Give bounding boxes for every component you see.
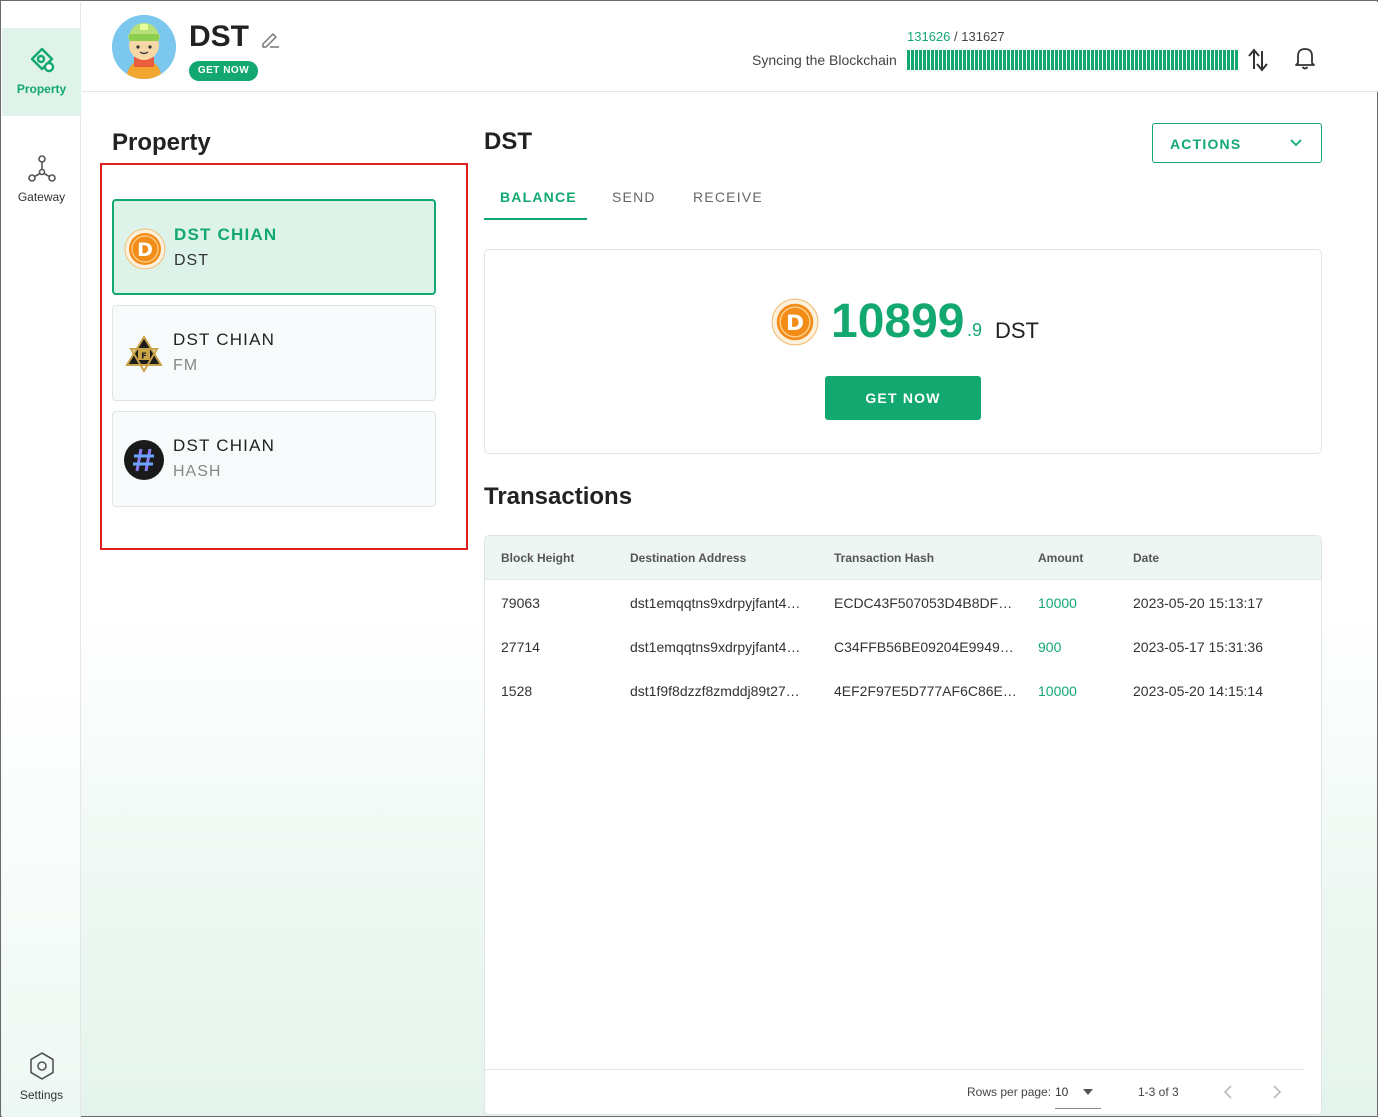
asset-name: DST CHIAN: [173, 436, 276, 455]
column-header[interactable]: Amount: [1038, 551, 1083, 565]
swap-icon[interactable]: [1246, 47, 1270, 73]
transactions-heading: Transactions: [484, 483, 633, 510]
sync-progress-bar: [907, 50, 1238, 70]
cell-destination-address: dst1emqqtns9xdrpyjfant4…: [630, 639, 801, 655]
sync-total-block: 131627: [961, 29, 1005, 44]
sidebar-item-property[interactable]: Property: [2, 28, 81, 116]
table-row[interactable]: 1528 dst1f9f8dzzf8zmddj89t27… 4EF2F97E5D…: [485, 668, 1321, 712]
asset-symbol: FM: [173, 357, 199, 374]
sidebar-item-label: Gateway: [17, 190, 66, 204]
sidebar-item-label: Property: [16, 82, 67, 96]
column-header[interactable]: Date: [1133, 551, 1159, 565]
sync-status-label: Syncing the Blockchain: [752, 52, 897, 68]
wallet-title: DST: [189, 20, 249, 53]
balance-unit: DST: [995, 318, 1039, 343]
tab-balance[interactable]: BALANCE: [500, 189, 577, 205]
avatar-illustration: [112, 15, 176, 79]
cell-block-height: 79063: [501, 595, 540, 611]
balance-card: D 10899 .9 DST GET NOW: [484, 249, 1322, 454]
sync-separator: /: [954, 29, 958, 44]
asset-symbol: DST: [174, 252, 209, 269]
dst-coin-icon: D: [124, 228, 166, 270]
edit-icon[interactable]: [259, 28, 281, 50]
asset-name: DST CHIAN: [173, 330, 276, 349]
chevron-left-icon[interactable]: [1222, 1084, 1234, 1100]
column-header[interactable]: Destination Address: [630, 551, 746, 565]
asset-card-dst[interactable]: D DST CHIAN DST: [112, 199, 436, 295]
cell-amount: 10000: [1038, 595, 1077, 611]
sidebar-item-settings[interactable]: Settings: [2, 1050, 81, 1110]
bell-icon[interactable]: [1293, 45, 1317, 71]
cell-date: 2023-05-20 15:13:17: [1133, 595, 1263, 611]
table-header: Block Height Destination Address Transac…: [485, 536, 1321, 580]
balance-integer: 10899: [831, 295, 965, 348]
table-footer-divider: [485, 1069, 1305, 1070]
svg-text:D: D: [786, 311, 804, 336]
chevron-right-icon[interactable]: [1271, 1084, 1283, 1100]
cell-destination-address: dst1emqqtns9xdrpyjfant4…: [630, 595, 801, 611]
sync-block-count: 131626 / 131627: [907, 29, 1005, 44]
cell-destination-address: dst1f9f8dzzf8zmddj89t27…: [630, 683, 800, 699]
dst-coin-icon: D: [771, 298, 819, 346]
rows-per-page-label: Rows per page:: [967, 1085, 1052, 1099]
asset-title: DST: [484, 128, 532, 155]
asset-name: DST CHIAN: [174, 225, 278, 244]
hash-icon: [124, 440, 164, 480]
column-header[interactable]: Block Height: [501, 551, 574, 565]
rows-per-page-value: 10: [1055, 1085, 1069, 1099]
avatar[interactable]: [112, 15, 176, 79]
cell-amount: 10000: [1038, 683, 1077, 699]
cell-transaction-hash: C34FFB56BE09204E9949…: [834, 639, 1014, 655]
table-row[interactable]: 27714 dst1emqqtns9xdrpyjfant4… C34FFB56B…: [485, 624, 1321, 668]
cell-block-height: 27714: [501, 639, 540, 655]
asset-symbol: HASH: [173, 463, 222, 480]
cell-block-height: 1528: [501, 683, 533, 699]
svg-text:F: F: [141, 352, 146, 361]
cell-amount: 900: [1038, 639, 1062, 655]
chevron-down-icon: [1290, 139, 1302, 147]
caret-down-icon: [1083, 1089, 1093, 1095]
svg-text:D: D: [137, 239, 153, 261]
asset-card-hash[interactable]: DST CHIAN HASH: [112, 411, 436, 507]
gateway-icon: [27, 155, 56, 182]
property-heading: Property: [112, 129, 211, 156]
active-tab-indicator: [484, 218, 587, 220]
cell-date: 2023-05-20 14:15:14: [1133, 683, 1263, 699]
fm-emblem-icon: F: [125, 335, 163, 373]
actions-label: ACTIONS: [1170, 136, 1242, 152]
actions-dropdown-button[interactable]: ACTIONS: [1152, 123, 1322, 163]
sidebar-item-label: Settings: [19, 1088, 64, 1102]
rows-per-page-select[interactable]: 10: [1055, 1081, 1101, 1109]
table-row[interactable]: 79063 dst1emqqtns9xdrpyjfant4… ECDC43F50…: [485, 580, 1321, 624]
cell-date: 2023-05-17 15:31:36: [1133, 639, 1263, 655]
pagination-range: 1-3 of 3: [1138, 1085, 1179, 1099]
get-now-button[interactable]: GET NOW: [825, 376, 981, 420]
sync-current-block: 131626: [907, 29, 951, 44]
app-window: Property Gateway Settings DST GET NOW 13…: [0, 0, 1378, 1117]
property-icon: [30, 47, 54, 73]
tab-receive[interactable]: RECEIVE: [693, 189, 763, 205]
column-header[interactable]: Transaction Hash: [834, 551, 934, 565]
settings-icon: [29, 1052, 54, 1080]
transactions-table: Block Height Destination Address Transac…: [484, 535, 1322, 1115]
sidebar: Property Gateway Settings: [2, 2, 81, 1117]
cell-transaction-hash: ECDC43F507053D4B8DF…: [834, 595, 1013, 611]
get-now-badge-button[interactable]: GET NOW: [189, 61, 258, 81]
balance-decimal: .9: [967, 320, 983, 340]
cell-transaction-hash: 4EF2F97E5D777AF6C86E…: [834, 683, 1017, 699]
asset-card-fm[interactable]: F DST CHIAN FM: [112, 305, 436, 401]
sidebar-item-gateway[interactable]: Gateway: [2, 154, 81, 214]
tab-send[interactable]: SEND: [612, 189, 656, 205]
top-header: DST GET NOW 131626 / 131627 Syncing the …: [82, 2, 1378, 92]
